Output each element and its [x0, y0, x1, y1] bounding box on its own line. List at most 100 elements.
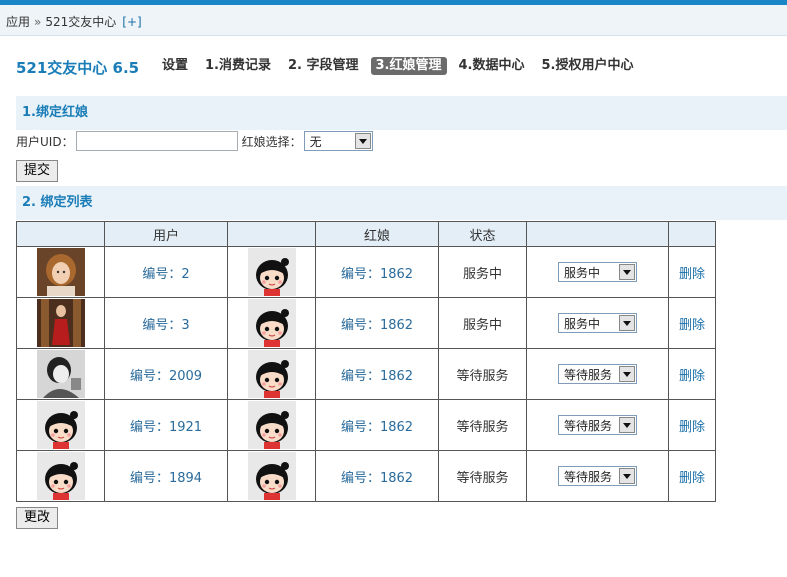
- delete-cell: 删除: [668, 246, 716, 298]
- header-user: 用户: [104, 221, 228, 247]
- status-select[interactable]: 等待服务: [558, 364, 637, 384]
- matchmaker-avatar: [248, 350, 296, 398]
- user-avatar-cell: [16, 399, 105, 451]
- nav-matchmaker-management[interactable]: 3.红娘管理: [370, 57, 447, 75]
- matchmaker-id-link[interactable]: 编号：1862: [341, 318, 413, 333]
- status-text: 等待服务: [456, 368, 509, 384]
- user-cell: 编号：1921: [104, 399, 228, 451]
- header-user-avatar: [16, 221, 105, 247]
- user-cell: 编号：2009: [104, 348, 228, 400]
- status-text: 等待服务: [456, 470, 509, 486]
- user-cell: 编号：2: [104, 246, 228, 298]
- delete-link[interactable]: 删除: [679, 369, 705, 384]
- user-avatar: [37, 452, 85, 500]
- nav-settings[interactable]: 设置: [162, 57, 188, 75]
- delete-cell: 删除: [668, 348, 716, 400]
- matchmaker-id-link[interactable]: 编号：1862: [341, 420, 413, 435]
- binding-table: 用户 红娘 状态 编号：2 编号：1862 服务中 服务中 删除 编号：3 编号：1862 服…: [16, 221, 716, 502]
- status-select-value: 服务中: [564, 266, 601, 280]
- breadcrumb: 应用 » 521交友中心 [+]: [0, 5, 787, 36]
- breadcrumb-separator: »: [34, 15, 42, 29]
- nav-consumption-records[interactable]: 1.消费记录: [205, 57, 271, 75]
- user-avatar: [37, 350, 85, 398]
- nav-data-center[interactable]: 4.数据中心: [459, 57, 525, 75]
- update-button[interactable]: 更改: [16, 507, 59, 529]
- matchmaker-cell: 编号：1862: [315, 348, 439, 400]
- user-avatar: [37, 248, 85, 296]
- status-cell: 等待服务: [438, 399, 527, 451]
- add-shortcut-link[interactable]: [+]: [122, 15, 141, 29]
- matchmaker-id-link[interactable]: 编号：1862: [341, 471, 413, 486]
- table-row: 编号：1894 编号：1862 等待服务 等待服务 删除: [16, 450, 716, 502]
- status-select-cell: 服务中: [526, 297, 669, 349]
- chevron-down-icon[interactable]: [619, 366, 635, 382]
- user-id-link[interactable]: 编号：3: [142, 318, 189, 333]
- chevron-down-icon[interactable]: [619, 264, 635, 280]
- chevron-down-icon[interactable]: [619, 315, 635, 331]
- chevron-down-icon[interactable]: [619, 468, 635, 484]
- matchmaker-avatar: [248, 299, 296, 347]
- status-select-value: 等待服务: [564, 368, 613, 382]
- breadcrumb-current[interactable]: 521交友中心: [45, 15, 116, 29]
- header-matchmaker: 红娘: [315, 221, 439, 247]
- matchmaker-avatar-cell: [227, 297, 316, 349]
- matchmaker-select[interactable]: 无: [303, 131, 373, 151]
- matchmaker-avatar: [248, 401, 296, 449]
- matchmaker-cell: 编号：1862: [315, 450, 439, 502]
- status-text: 服务中: [462, 317, 502, 333]
- user-id-link[interactable]: 编号：1921: [130, 420, 202, 435]
- section-bind-title: 1.绑定红娘: [16, 96, 787, 130]
- status-select-cell: 等待服务: [526, 348, 669, 400]
- user-cell: 编号：3: [104, 297, 228, 349]
- user-avatar-cell: [16, 348, 105, 400]
- status-select[interactable]: 服务中: [558, 313, 637, 333]
- table-row: 编号：1921 编号：1862 等待服务 等待服务 删除: [16, 399, 716, 451]
- table-row: 编号：2 编号：1862 服务中 服务中 删除: [16, 246, 716, 298]
- delete-link[interactable]: 删除: [679, 420, 705, 435]
- delete-cell: 删除: [668, 399, 716, 451]
- header-status-change: [526, 221, 669, 247]
- submit-button[interactable]: 提交: [16, 160, 59, 182]
- status-select[interactable]: 等待服务: [558, 415, 637, 435]
- nav-authorized-user-center[interactable]: 5.授权用户中心: [541, 57, 633, 75]
- matchmaker-avatar-cell: [227, 348, 316, 400]
- delete-link[interactable]: 删除: [679, 471, 705, 486]
- uid-input[interactable]: [75, 131, 238, 151]
- matchmaker-cell: 编号：1862: [315, 399, 439, 451]
- main-nav: 设置 1.消费记录 2. 字段管理 3.红娘管理 4.数据中心 5.授权用户中心: [162, 57, 650, 75]
- matchmaker-id-link[interactable]: 编号：1862: [341, 267, 413, 282]
- breadcrumb-root[interactable]: 应用: [6, 15, 30, 29]
- status-select[interactable]: 等待服务: [558, 466, 637, 486]
- app-header: 521交友中心 6.5 设置 1.消费记录 2. 字段管理 3.红娘管理 4.数…: [16, 57, 787, 77]
- delete-cell: 删除: [668, 450, 716, 502]
- user-id-link[interactable]: 编号：1894: [130, 471, 202, 486]
- user-id-link[interactable]: 编号：2009: [130, 369, 202, 384]
- status-cell: 等待服务: [438, 348, 527, 400]
- matchmaker-avatar: [248, 452, 296, 500]
- matchmaker-select-label: 红娘选择：: [241, 134, 302, 149]
- delete-link[interactable]: 删除: [679, 318, 705, 333]
- matchmaker-avatar-cell: [227, 246, 316, 298]
- user-avatar-cell: [16, 297, 105, 349]
- uid-label: 用户UID：: [16, 134, 74, 149]
- chevron-down-icon[interactable]: [619, 417, 635, 433]
- nav-field-management[interactable]: 2. 字段管理: [288, 57, 359, 75]
- status-select-value: 等待服务: [564, 470, 613, 484]
- matchmaker-cell: 编号：1862: [315, 246, 439, 298]
- user-avatar: [37, 299, 85, 347]
- header-status: 状态: [438, 221, 527, 247]
- status-text: 等待服务: [456, 419, 509, 435]
- status-cell: 服务中: [438, 246, 527, 298]
- matchmaker-avatar-cell: [227, 399, 316, 451]
- header-actions: [668, 221, 716, 247]
- status-select[interactable]: 服务中: [558, 262, 637, 282]
- user-id-link[interactable]: 编号：2: [142, 267, 189, 282]
- user-avatar-cell: [16, 450, 105, 502]
- delete-link[interactable]: 删除: [679, 267, 705, 282]
- chevron-down-icon[interactable]: [354, 133, 371, 149]
- app-title: 521交友中心 6.5: [16, 59, 140, 77]
- matchmaker-id-link[interactable]: 编号：1862: [341, 369, 413, 384]
- status-cell: 等待服务: [438, 450, 527, 502]
- status-select-value: 服务中: [564, 317, 601, 331]
- header-matchmaker-avatar: [227, 221, 316, 247]
